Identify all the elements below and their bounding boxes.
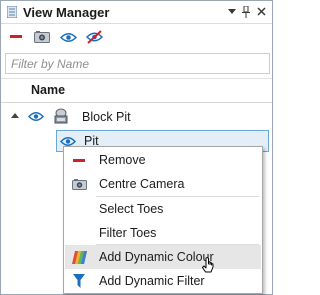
filter-by-name-input[interactable] <box>6 54 269 73</box>
toolbar <box>1 24 272 50</box>
camera-icon <box>71 176 87 192</box>
mouse-cursor <box>202 257 214 273</box>
hide-icon[interactable] <box>84 28 104 46</box>
menu-item-centre-camera[interactable]: Centre Camera <box>65 172 261 196</box>
panel-title: View Manager <box>23 5 110 20</box>
menu-item-label: Filter Toes <box>99 226 157 240</box>
column-header-label: Name <box>31 83 66 97</box>
tree-item-label: Block Pit <box>82 110 131 124</box>
dropdown-icon[interactable] <box>225 4 239 19</box>
context-menu: Remove Centre Camera Select Toes Filter … <box>63 146 263 294</box>
camera-icon[interactable] <box>32 28 52 46</box>
tree-row-block-pit[interactable]: Block Pit <box>1 106 272 128</box>
menu-item-filter-toes[interactable]: Filter Toes <box>65 221 261 245</box>
menu-item-label: Add Dynamic Filter <box>99 274 205 288</box>
menu-item-remove[interactable]: Remove <box>65 148 261 172</box>
menu-item-label: Add Dynamic Colour <box>99 250 214 264</box>
close-icon[interactable] <box>254 4 268 19</box>
menu-item-add-dynamic-colour[interactable]: Add Dynamic Colour <box>65 245 261 269</box>
menu-item-label: Centre Camera <box>99 177 185 191</box>
panel-grip-icon <box>7 6 17 18</box>
menu-item-label: Select Toes <box>99 202 164 216</box>
remove-icon[interactable] <box>6 28 26 46</box>
pin-icon[interactable] <box>239 4 253 19</box>
remove-icon <box>71 152 87 168</box>
expand-collapse-icon[interactable] <box>11 113 19 118</box>
eye-icon[interactable] <box>58 28 78 46</box>
menu-item-select-toes[interactable]: Select Toes <box>65 197 261 221</box>
title-bar[interactable]: View Manager <box>1 1 272 24</box>
column-header-name[interactable]: Name <box>1 78 272 103</box>
funnel-icon <box>71 273 87 289</box>
menu-item-label: Remove <box>99 153 146 167</box>
palette-icon <box>71 249 87 265</box>
menu-item-add-dynamic-filter[interactable]: Add Dynamic Filter <box>65 269 261 293</box>
filter-box <box>5 53 270 74</box>
block-model-icon <box>53 108 69 128</box>
eye-icon[interactable] <box>27 111 45 125</box>
